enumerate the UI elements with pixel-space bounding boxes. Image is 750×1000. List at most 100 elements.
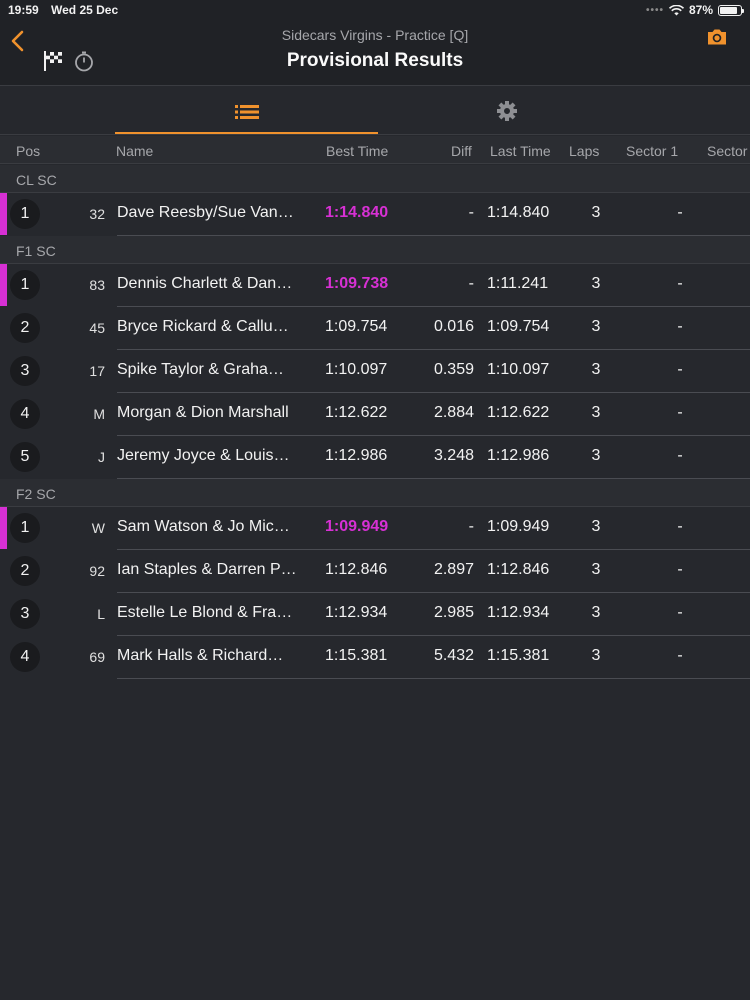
rider-names: Dave Reesby/Sue Van… xyxy=(117,204,294,221)
best-time: 1:12.622 xyxy=(325,404,388,421)
best-time: 1:12.934 xyxy=(325,604,388,621)
position-badge: 4 xyxy=(10,642,40,672)
time-diff: 3.248 xyxy=(433,447,474,464)
column-headers: Pos Name Best Time Diff Last Time Laps S… xyxy=(0,136,750,164)
race-number: L xyxy=(97,606,105,622)
rider-names: Estelle Le Blond & Fra… xyxy=(117,604,293,621)
wifi-icon xyxy=(668,4,684,15)
lap-count: 3 xyxy=(591,318,601,335)
battery-icon xyxy=(718,4,744,16)
position-badge: 2 xyxy=(10,313,40,343)
col-name[interactable]: Name xyxy=(116,143,153,159)
time-diff: 2.884 xyxy=(433,404,474,421)
table-row[interactable]: 1 W Sam Watson & Jo Mic… 1:09.949-1:09.949 3… xyxy=(0,507,750,550)
last-time: 1:11.241 xyxy=(487,275,549,292)
lap-count: 3 xyxy=(591,447,601,464)
position-badge: 3 xyxy=(10,356,40,386)
last-time: 1:09.754 xyxy=(487,318,550,335)
position-badge: 1 xyxy=(10,199,40,229)
table-row[interactable]: 5 J Jeremy Joyce & Louis… 1:12.986 3.248 1:12… xyxy=(0,436,750,479)
position-badge: 2 xyxy=(10,556,40,586)
tab-settings[interactable] xyxy=(378,86,635,134)
lap-count: 3 xyxy=(591,204,601,221)
position-badge: 3 xyxy=(10,599,40,629)
time-diff: 0.359 xyxy=(433,361,474,378)
table-row[interactable]: 3 L Estelle Le Blond & Fra… 1:12.934 2.985 1:… xyxy=(0,593,750,636)
best-time: 1:09.754 xyxy=(325,318,388,335)
table-row[interactable]: 1 83 Dennis Charlett & Dan… 1:09.738-1:11.2… xyxy=(0,264,750,307)
status-bar: 19:59 Wed 25 Dec •••• 87% xyxy=(0,0,750,20)
battery-percent: 87% xyxy=(688,3,713,17)
time-diff: 2.897 xyxy=(433,561,474,578)
col-last-time[interactable]: Last Time xyxy=(490,143,551,159)
col-best-time[interactable]: Best Time xyxy=(326,143,388,159)
race-number: W xyxy=(91,520,105,536)
last-time: 1:12.934 xyxy=(487,604,550,621)
lap-count: 3 xyxy=(591,404,601,421)
sector-1-time: - xyxy=(677,447,683,464)
col-diff[interactable]: Diff xyxy=(451,143,472,159)
race-number: 32 xyxy=(89,206,105,222)
camera-icon[interactable] xyxy=(706,28,728,46)
last-time: 1:12.986 xyxy=(487,447,550,464)
race-number: 69 xyxy=(89,649,105,665)
row-divider xyxy=(117,678,750,679)
best-time: 1:14.840 xyxy=(325,204,389,221)
rider-names: Spike Taylor & Graha… xyxy=(117,361,284,378)
position-badge: 4 xyxy=(10,399,40,429)
page-title: Provisional Results xyxy=(286,50,464,71)
tab-results-list[interactable] xyxy=(115,86,378,134)
last-time: 1:15.381 xyxy=(487,647,550,664)
rider-names: Mark Halls & Richard… xyxy=(117,647,284,664)
status-date: Wed 25 Dec xyxy=(51,3,119,17)
rider-names: Sam Watson & Jo Mic… xyxy=(117,518,290,535)
best-time: 1:09.949 xyxy=(325,518,389,535)
last-time: 1:12.622 xyxy=(487,404,550,421)
position-badge: 1 xyxy=(10,513,40,543)
rider-names: Jeremy Joyce & Louis… xyxy=(117,447,290,464)
signal-dots-icon: •••• xyxy=(645,4,664,16)
lap-count: 3 xyxy=(591,561,601,578)
time-diff: - xyxy=(468,518,474,535)
best-time: 1:10.097 xyxy=(325,361,388,378)
lap-count: 3 xyxy=(591,518,601,535)
table-row[interactable]: 2 45 Bryce Rickard & Callu… 1:09.754 0.016 1:… xyxy=(0,307,750,350)
nav-header: Sidecars Virgins - Practice [Q] Provisio… xyxy=(0,20,750,86)
position-badge: 1 xyxy=(10,270,40,300)
time-diff: 5.432 xyxy=(433,647,474,664)
sector-1-time: - xyxy=(677,361,683,378)
lap-count: 3 xyxy=(591,604,601,621)
col-sector-1[interactable]: Sector 1 xyxy=(626,143,678,159)
race-number: J xyxy=(98,449,105,465)
time-diff: 0.016 xyxy=(433,318,474,335)
rider-names: Dennis Charlett & Dan… xyxy=(117,275,293,292)
sector-1-time: - xyxy=(677,275,683,292)
gear-icon xyxy=(496,101,517,121)
sector-1-time: - xyxy=(677,604,683,621)
lap-count: 3 xyxy=(591,647,601,664)
col-laps[interactable]: Laps xyxy=(569,143,599,159)
race-number: 17 xyxy=(89,363,105,379)
col-sector-2[interactable]: Sector xyxy=(707,143,747,159)
table-row[interactable]: 4 69 Mark Halls & Richard… 1:15.381 5.432 1:1… xyxy=(0,636,750,679)
fastest-lap-marker xyxy=(0,264,7,306)
fastest-lap-marker xyxy=(0,193,7,235)
position-badge: 5 xyxy=(10,442,40,472)
row-divider xyxy=(117,235,750,236)
table-row[interactable]: 3 17 Spike Taylor & Graha… 1:10.097 0.359 1:1… xyxy=(0,350,750,393)
last-time: 1:10.097 xyxy=(487,361,550,378)
status-time: 19:59 xyxy=(8,3,39,17)
session-subtitle: Sidecars Virgins - Practice [Q] xyxy=(281,27,469,43)
class-header: F2 SC xyxy=(0,479,750,507)
results-list: CL SC 1 32 Dave Reesby/Sue Van… 1:14.840-1:… xyxy=(0,165,750,679)
last-time: 1:09.949 xyxy=(487,518,550,535)
tab-bar xyxy=(0,86,750,135)
sector-1-time: - xyxy=(677,647,683,664)
table-row[interactable]: 2 92 Ian Staples & Darren P… 1:12.846 2.897 1… xyxy=(0,550,750,593)
rider-names: Ian Staples & Darren P… xyxy=(117,561,297,578)
col-pos[interactable]: Pos xyxy=(16,143,40,159)
race-number: 83 xyxy=(89,277,105,293)
class-header: CL SC xyxy=(0,165,750,193)
table-row[interactable]: 1 32 Dave Reesby/Sue Van… 1:14.840-1:14.840… xyxy=(0,193,750,236)
table-row[interactable]: 4 M Morgan & Dion Marshall 1:12.622 2.884 1:1… xyxy=(0,393,750,436)
